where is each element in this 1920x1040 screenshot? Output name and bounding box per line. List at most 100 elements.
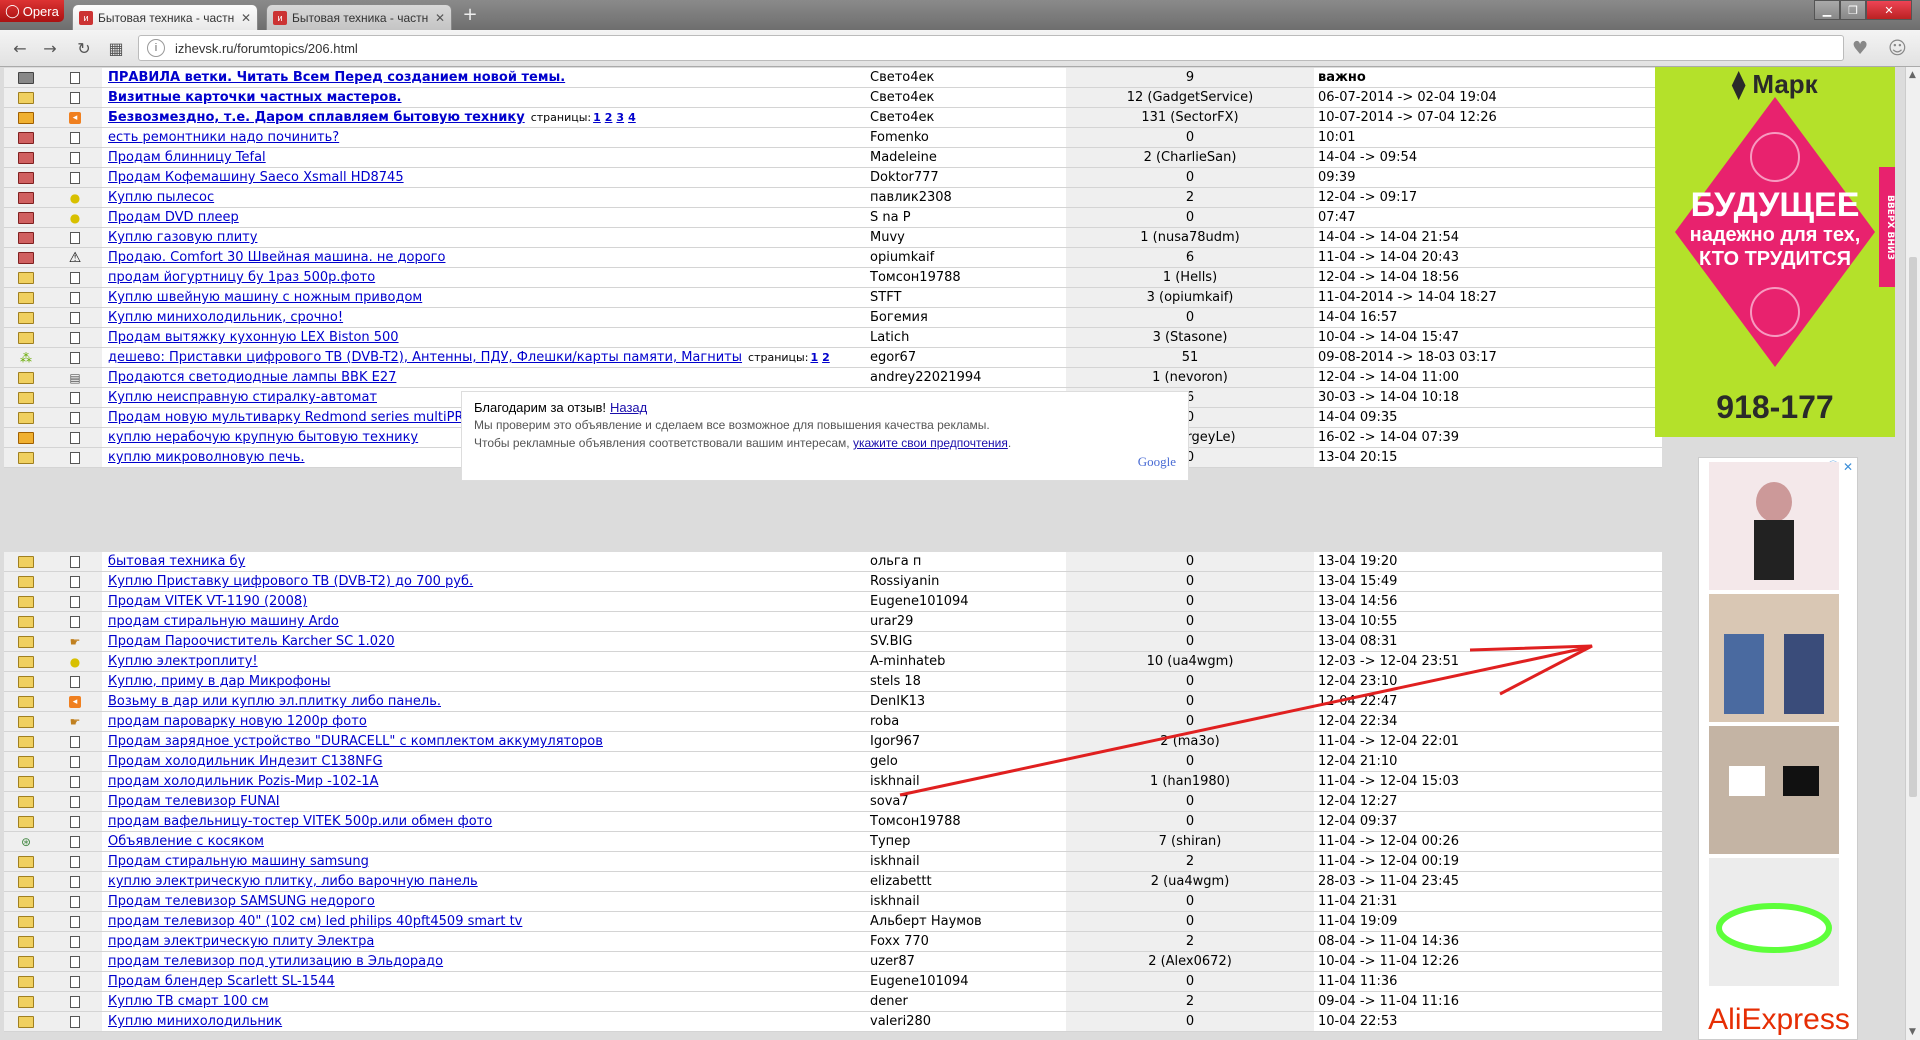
- topic-link[interactable]: Продам вытяжку кухонную LEX Biston 500: [108, 330, 399, 345]
- opera-menu-button[interactable]: ◯ Opera: [0, 0, 64, 22]
- table-row: Куплю, приму в дар Микрофоны stels 18 0 12-…: [4, 671, 1662, 692]
- topic-link[interactable]: Объявление с косяком: [108, 834, 264, 849]
- topic-link[interactable]: продам холодильник Pozis-Мир -102-1А: [108, 774, 379, 789]
- page-link[interactable]: 1: [593, 111, 601, 124]
- topic-link[interactable]: Куплю минихолодильник: [108, 1014, 282, 1029]
- document-icon: [70, 91, 80, 104]
- topic-link[interactable]: куплю нерабочую крупную бытовую технику: [108, 430, 418, 445]
- topic-link[interactable]: Продам телевизор FUNAI: [108, 794, 280, 809]
- topic-link[interactable]: Куплю электроплиту!: [108, 654, 258, 669]
- reload-button[interactable]: ↻: [72, 36, 96, 60]
- scroll-up-icon[interactable]: ▲: [1909, 70, 1916, 80]
- topic-author: roba: [864, 711, 1066, 732]
- close-tab-icon[interactable]: ✕: [435, 11, 445, 25]
- table-row: продам телевизор 40" (102 см) led philip…: [4, 911, 1662, 932]
- topic-link[interactable]: продам вафельницу-тостер VITEK 500р.или …: [108, 814, 492, 829]
- topic-link[interactable]: ПРАВИЛА ветки. Читать Всем Перед создани…: [108, 70, 565, 85]
- topic-link[interactable]: Продам новую мультиварку Redmond series …: [108, 410, 474, 425]
- document-icon: [70, 411, 80, 424]
- topic-link[interactable]: дешево: Приставки цифрового ТВ (DVB-T2),…: [108, 350, 742, 365]
- folder-icon: [18, 91, 34, 104]
- topic-link[interactable]: Продам VITEK VT-1190 (2008): [108, 594, 307, 609]
- table-row: продам вафельницу-тостер VITEK 500р.или …: [4, 811, 1662, 832]
- topic-link[interactable]: Безвозмездно, т.е. Даром сплавляем бытов…: [108, 110, 525, 125]
- topic-link[interactable]: Куплю швейную машину с ножным приводом: [108, 290, 422, 305]
- minimize-button[interactable]: ▁: [1814, 0, 1840, 20]
- topic-link[interactable]: бытовая техника бу: [108, 554, 245, 569]
- topic-link[interactable]: продам телевизор под утилизацию в Эльдор…: [108, 954, 443, 969]
- ad-banner-mark[interactable]: ⧫ Марк БУДУЩЕЕ надежно для тех, КТО ТРУД…: [1655, 67, 1895, 437]
- bookmark-heart-icon[interactable]: ♥: [1852, 38, 1868, 59]
- folder-hot-icon: [18, 111, 34, 124]
- topic-link[interactable]: Продам холодильник Индезит С138NFG: [108, 754, 383, 769]
- speed-dial-icon[interactable]: ▦: [104, 36, 128, 60]
- scrollbar-thumb[interactable]: [1909, 257, 1917, 797]
- topic-link[interactable]: продам йогуртницу бу 1раз 500р.фото: [108, 270, 375, 285]
- table-row: ⚠ Продаю. Comfort 30 Швейная машина. не д…: [4, 247, 1662, 268]
- folder-icon: [18, 595, 34, 608]
- close-tab-icon[interactable]: ✕: [241, 11, 251, 25]
- document-icon: [70, 975, 80, 988]
- topic-link[interactable]: Куплю, приму в дар Микрофоны: [108, 674, 330, 689]
- document-icon: [70, 875, 80, 888]
- topic-link[interactable]: куплю электрическую плитку, либо варочну…: [108, 874, 478, 889]
- topic-link[interactable]: Продам блинницу Tefal: [108, 150, 266, 165]
- topic-link[interactable]: Куплю минихолодильник, срочно!: [108, 310, 343, 325]
- topic-link[interactable]: есть ремонтники надо починить?: [108, 130, 339, 145]
- topic-link[interactable]: Продам DVD плеер: [108, 210, 239, 225]
- topic-link[interactable]: продам телевизор 40" (102 см) led philip…: [108, 914, 522, 929]
- document-icon: [70, 575, 80, 588]
- ad-feedback-back-link[interactable]: Назад: [610, 400, 647, 415]
- warning-icon: ⚠: [68, 249, 82, 266]
- topic-link[interactable]: Куплю неисправную стиралку-автомат: [108, 390, 377, 405]
- scroll-down-icon[interactable]: ▼: [1909, 1027, 1916, 1037]
- maximize-button[interactable]: ❐: [1840, 0, 1866, 20]
- topic-link[interactable]: продам пароварку новую 1200р фото: [108, 714, 367, 729]
- close-window-button[interactable]: ✕: [1866, 0, 1912, 20]
- topic-link[interactable]: куплю микроволновую печь.: [108, 450, 305, 465]
- topic-link[interactable]: Визитные карточки частных мастеров.: [108, 90, 402, 105]
- topic-link[interactable]: Продаю. Comfort 30 Швейная машина. не до…: [108, 250, 445, 265]
- topic-author: SV.BIG: [864, 631, 1066, 652]
- topic-link[interactable]: Продаются светодиодные лампы BBK E27: [108, 370, 396, 385]
- topic-link[interactable]: Возьму в дар или куплю эл.плитку либо па…: [108, 694, 441, 709]
- page-link[interactable]: 1: [810, 351, 818, 364]
- topic-link[interactable]: Продам стиральную машину samsung: [108, 854, 369, 869]
- page-link[interactable]: 2: [822, 351, 830, 364]
- topic-link[interactable]: Куплю Приставку цифрового ТВ (DVB-T2) до…: [108, 574, 473, 589]
- topic-link[interactable]: продам электрическую плиту Электра: [108, 934, 374, 949]
- topic-replies: 0: [1066, 791, 1314, 812]
- table-row: Продам VITEK VT-1190 (2008) Eugene101094 0…: [4, 591, 1662, 612]
- page-scrollbar[interactable]: ▲ ▼: [1905, 67, 1920, 1040]
- ad-preferences-link[interactable]: укажите свои предпочтения: [853, 436, 1008, 450]
- page-link[interactable]: 3: [616, 111, 624, 124]
- new-tab-button[interactable]: +: [458, 6, 482, 26]
- folder-icon: [18, 635, 34, 648]
- table-row: Продам блендер Scarlett SL-1544 Eugene101…: [4, 971, 1662, 992]
- table-row: ☛ продам пароварку новую 1200р фото roba 0 1…: [4, 711, 1662, 732]
- topic-link[interactable]: Куплю пылесос: [108, 190, 214, 205]
- topic-author: Foxx 770: [864, 931, 1066, 952]
- topic-link[interactable]: Куплю газовую плиту: [108, 230, 257, 245]
- tab-active[interactable]: и Бытовая техника - частн ✕: [72, 4, 258, 30]
- up-down-ribbon[interactable]: ВВЕРХ ВНИЗ: [1879, 167, 1895, 287]
- topic-link[interactable]: Куплю ТВ смарт 100 см: [108, 994, 269, 1009]
- topic-link[interactable]: Продам Кофемашину Saeco Xsmall HD8745: [108, 170, 404, 185]
- tab-inactive[interactable]: и Бытовая техника - частн ✕: [266, 4, 452, 30]
- topic-link[interactable]: Продам блендер Scarlett SL-1544: [108, 974, 335, 989]
- page-link[interactable]: 4: [628, 111, 636, 124]
- forward-button[interactable]: →: [38, 36, 62, 60]
- topic-link[interactable]: Продам зарядное устройство "DURACELL" с …: [108, 734, 603, 749]
- address-bar[interactable]: i izhevsk.ru/forumtopics/206.html: [138, 35, 1844, 61]
- topic-last-post: 12-03 -> 12-04 23:51: [1314, 651, 1662, 672]
- topic-link[interactable]: Продам телевизор SAMSUNG недорого: [108, 894, 375, 909]
- topic-link[interactable]: Продам Пароочиститель Karcher SC 1.020: [108, 634, 395, 649]
- topic-author: Latich: [864, 327, 1066, 348]
- account-icon[interactable]: ☺: [1888, 38, 1907, 59]
- ad-banner-aliexpress[interactable]: ⓘ ✕ AliExpress: [1698, 457, 1858, 1040]
- topic-link[interactable]: продам стиральную машину Ardo: [108, 614, 339, 629]
- site-info-icon[interactable]: i: [147, 39, 165, 57]
- document-icon: [70, 935, 80, 948]
- back-button[interactable]: ←: [8, 36, 32, 60]
- page-link[interactable]: 2: [605, 111, 613, 124]
